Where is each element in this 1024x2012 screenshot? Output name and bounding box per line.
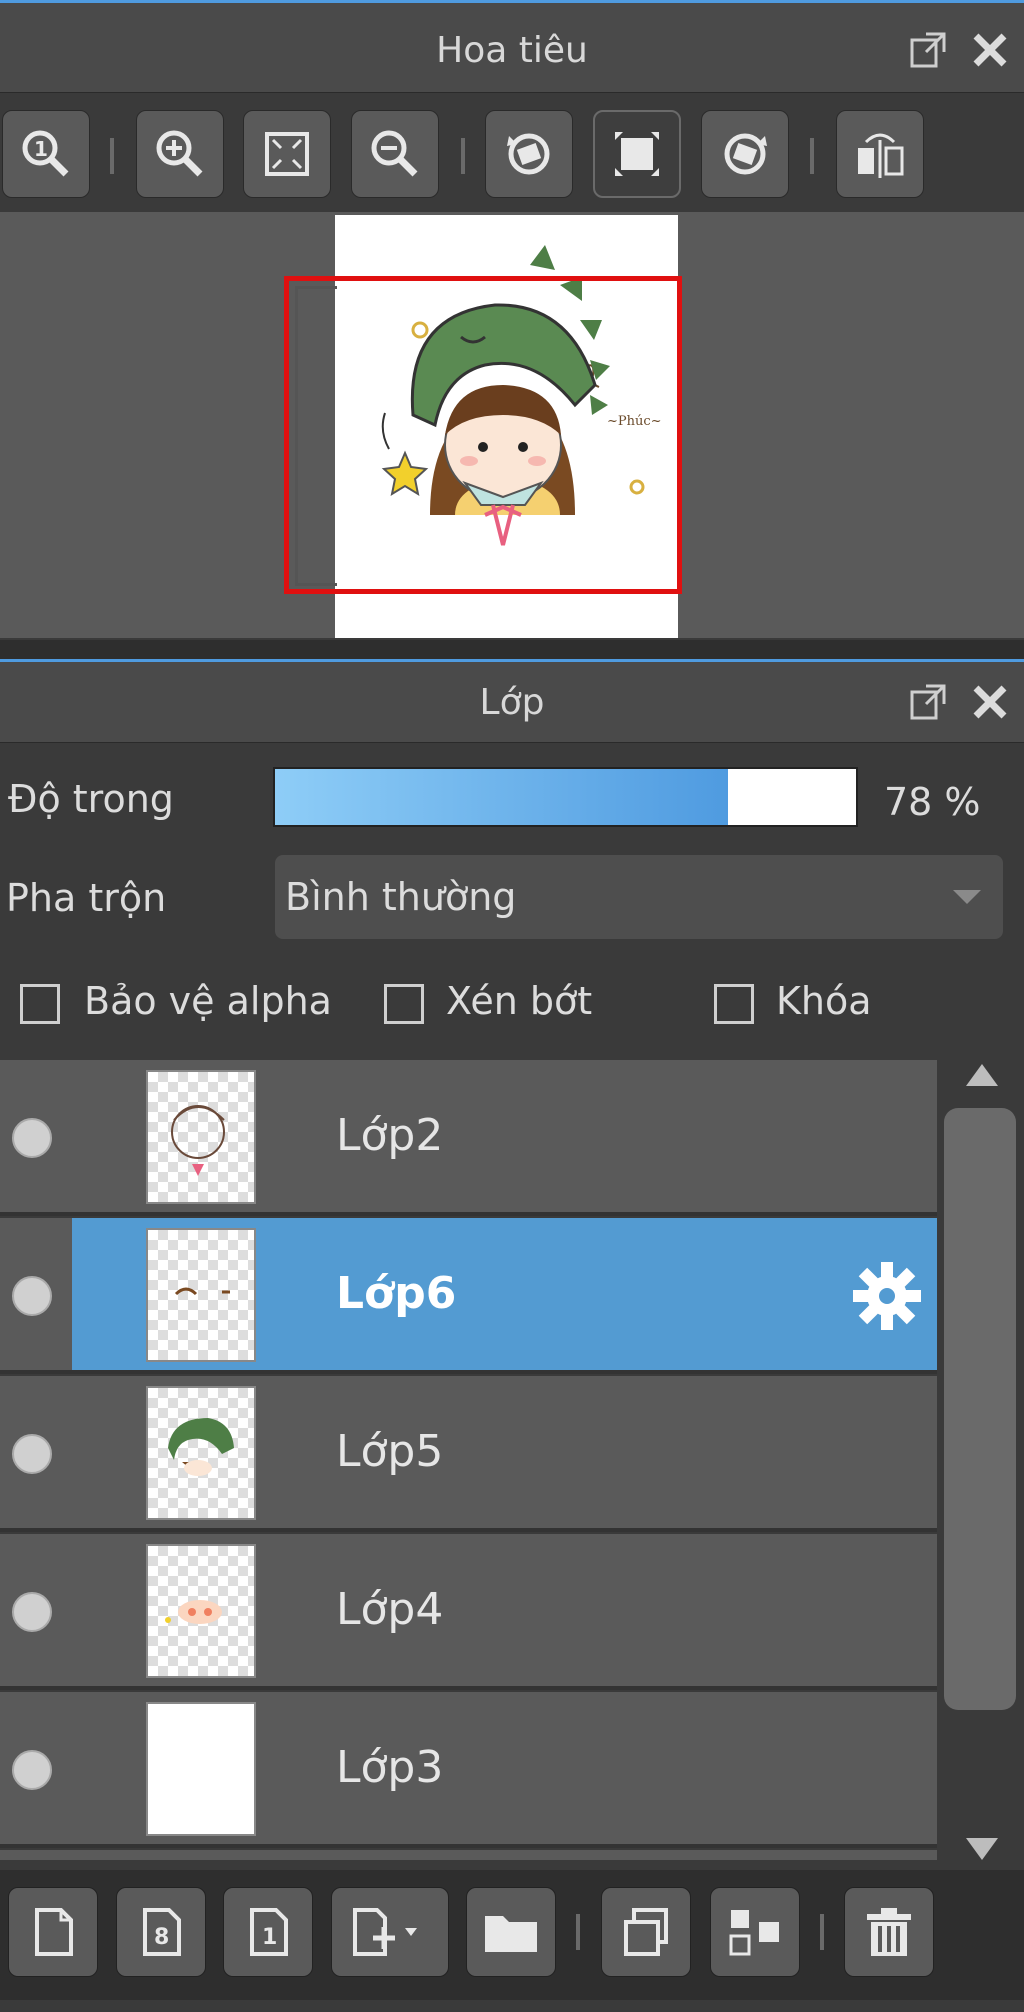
chevron-down-icon [953,890,981,904]
visibility-toggle[interactable] [12,1276,52,1316]
merge-layer-button[interactable] [710,1887,800,1977]
panel-splitter[interactable] [0,640,1024,662]
layer-row[interactable]: Lớp5 [0,1376,937,1532]
new-8bit-layer-button[interactable]: 8 [116,1887,206,1977]
add-layer-icon [353,1908,417,1956]
toolbar-separator [110,138,114,174]
flip-horizontal-button[interactable] [836,110,924,198]
visibility-toggle[interactable] [12,1434,52,1474]
flip-horizontal-icon [858,133,904,178]
top-accent-line [0,0,1024,8]
add-layer-menu-button[interactable] [331,1887,449,1977]
layers-title: Lớp [479,681,545,723]
toolbar-separator [810,138,814,174]
new-1bit-layer-button[interactable]: 1 [223,1887,313,1977]
zoom-out-icon [371,130,418,177]
navigator-title: Hoa tiêu [436,29,588,71]
opacity-slider[interactable] [273,767,858,827]
opacity-value: 78 % [884,780,981,824]
toolbar-separator [461,138,465,174]
gear-icon[interactable] [849,1258,925,1338]
visibility-toggle[interactable] [12,1750,52,1790]
zoom-in-icon [156,130,203,177]
visibility-toggle[interactable] [12,1118,52,1158]
layers-titlebar: Lớp [0,662,1024,743]
rotate-right-icon [724,133,767,175]
close-icon[interactable] [970,682,1010,722]
blend-mode-label: Pha trộn [6,876,167,920]
svg-text:8: 8 [154,1925,169,1950]
layer-thumbnail [146,1386,256,1520]
svg-text:1: 1 [34,137,48,161]
zoom-100-icon: 1 [22,130,69,177]
popout-icon[interactable] [908,30,948,70]
layer-thumbnail [146,1228,256,1362]
layer-row-partial[interactable] [0,1850,937,1860]
clipping-checkbox[interactable] [384,984,424,1024]
popout-icon[interactable] [908,682,948,722]
merge-down-icon [729,1910,779,1956]
layer-row[interactable]: Lớp4 [0,1534,937,1690]
layer-name: Lớp2 [336,1110,444,1161]
rotate-left-button[interactable] [485,110,573,198]
layer-thumbnail [146,1544,256,1678]
zoom-100-button[interactable]: 1 [2,110,90,198]
rotate-left-icon [507,133,550,175]
new-8bit-layer-icon: 8 [143,1908,181,1956]
new-1bit-layer-icon: 1 [250,1908,288,1956]
layer-row[interactable]: Lớp2 [0,1060,937,1216]
layer-thumbnail [146,1702,256,1836]
layer-name: Lớp6 [336,1268,457,1319]
layer-list: Lớp2 Lớp6 Lớp5 Lớp4 Lớp3 [0,1060,940,1860]
trash-icon [867,1908,911,1956]
rotate-right-button[interactable] [701,110,789,198]
layer-name: Lớp3 [336,1742,444,1793]
navigator-titlebar: Hoa tiêu [0,8,1024,93]
close-icon[interactable] [970,30,1010,70]
new-color-layer-button[interactable] [8,1887,98,1977]
opacity-slider-fill [275,769,729,825]
duplicate-icon [624,1908,668,1956]
protect-alpha-label: Bảo vệ alpha [84,979,332,1023]
layer-thumbnail [146,1070,256,1204]
navigator-toolbar: 1 [0,100,1024,210]
new-layer-icon [35,1908,73,1956]
fullscreen-icon [615,132,659,176]
scrollbar-thumb[interactable] [944,1108,1016,1710]
new-folder-button[interactable] [466,1887,556,1977]
layer-name: Lớp5 [336,1426,444,1477]
visibility-toggle[interactable] [12,1592,52,1632]
actions-separator [820,1914,824,1950]
lock-label: Khóa [776,979,872,1023]
scroll-down-icon[interactable] [966,1838,998,1860]
fit-window-icon [265,132,309,176]
duplicate-layer-button[interactable] [601,1887,691,1977]
folder-icon [485,1916,537,1952]
opacity-label: Độ trong [8,777,174,821]
blend-mode-value: Bình thường [285,875,517,919]
delete-layer-button[interactable] [844,1887,934,1977]
scroll-up-icon[interactable] [966,1064,998,1086]
layer-name: Lớp4 [336,1584,444,1635]
blend-mode-select[interactable]: Bình thường [275,855,1003,939]
fit-window-button[interactable] [243,110,331,198]
svg-text:1: 1 [262,1925,277,1950]
actions-separator [576,1914,580,1950]
layer-row-selected[interactable]: Lớp6 [0,1218,937,1374]
zoom-in-button[interactable] [136,110,224,198]
fullscreen-button[interactable] [593,110,681,198]
protect-alpha-checkbox[interactable] [20,984,60,1024]
layer-row[interactable]: Lớp3 [0,1692,937,1848]
zoom-out-button[interactable] [351,110,439,198]
clipping-label: Xén bớt [446,979,593,1023]
lock-checkbox[interactable] [714,984,754,1024]
navigator-viewport-frame[interactable] [284,276,682,594]
